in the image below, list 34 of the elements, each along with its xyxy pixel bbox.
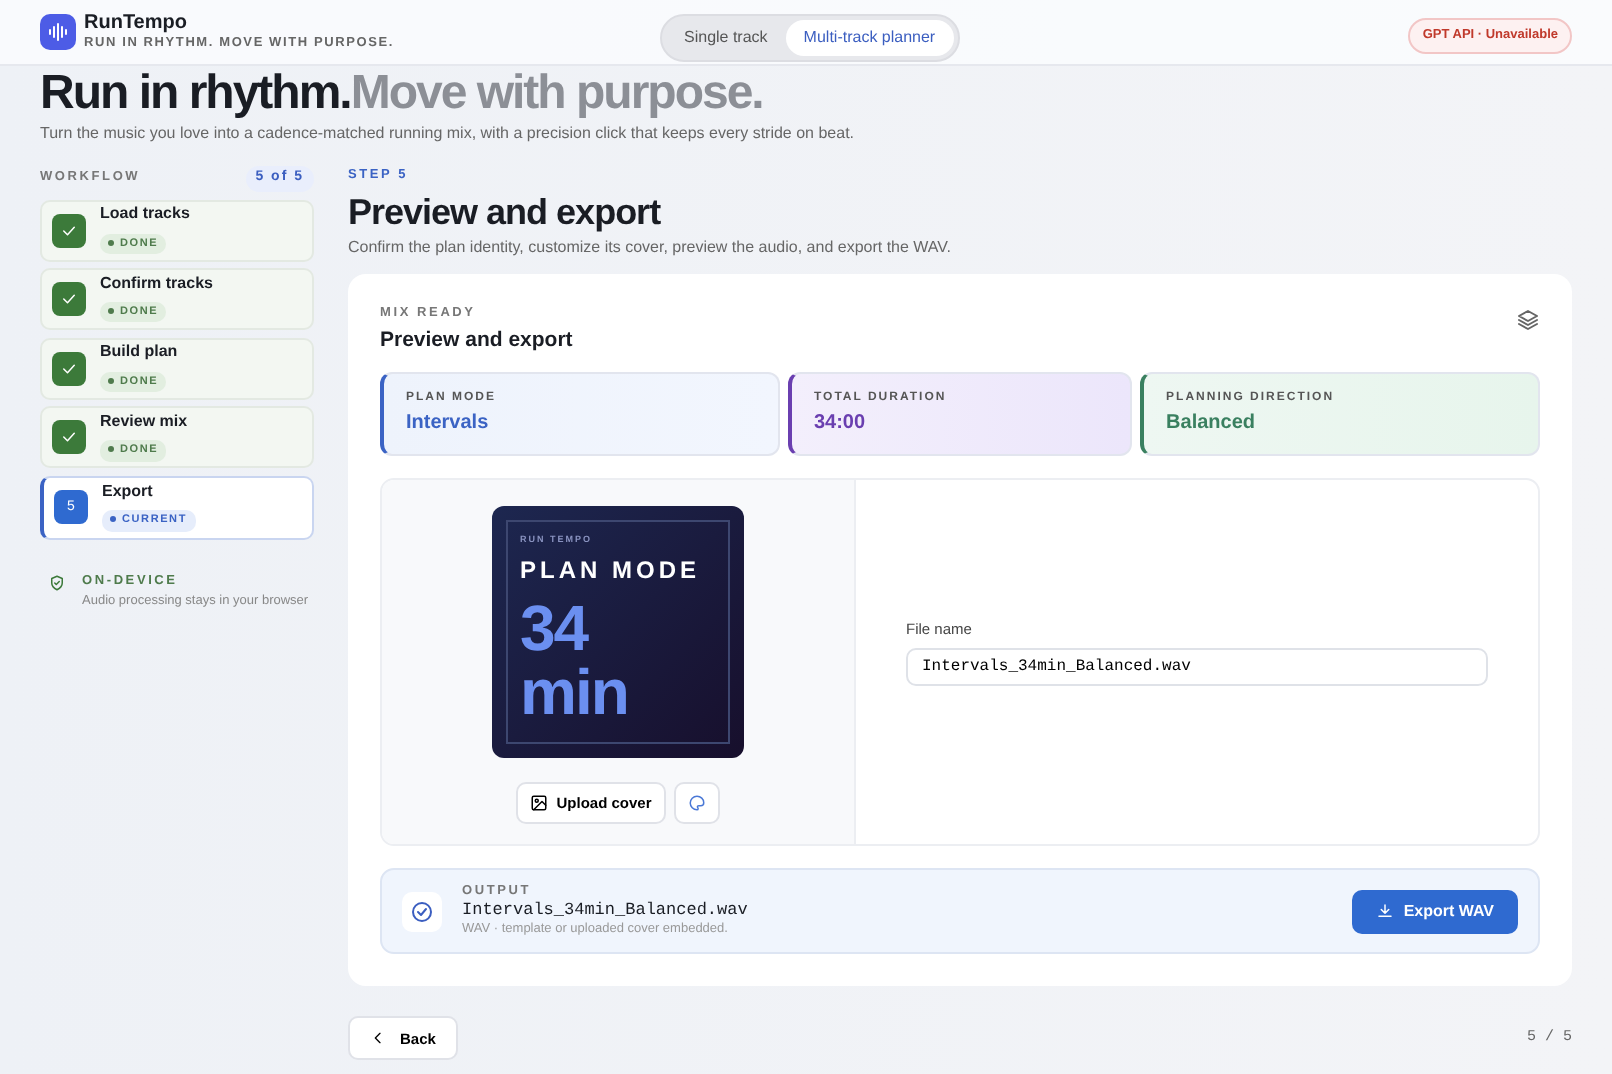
logo-icon — [40, 14, 76, 50]
chevron-left-icon — [370, 1030, 386, 1047]
export-button[interactable]: Export WAV — [1351, 889, 1518, 934]
step-title: Build plan — [100, 342, 178, 362]
card-title: Preview and export — [380, 325, 573, 355]
image-icon — [530, 794, 549, 813]
step-title: Load tracks — [100, 203, 190, 224]
step-title: Review mix — [100, 411, 188, 431]
brand-name: RunTempo — [84, 11, 189, 34]
palette-icon — [687, 794, 706, 813]
mode-tab[interactable]: Single track — [666, 20, 786, 56]
check-icon — [52, 213, 86, 247]
cover-title: PLAN MODE — [520, 554, 702, 588]
palette-button[interactable] — [673, 782, 720, 825]
page-subtitle: Confirm the plan identity, customize its cover, preview the audio, and export the WAV. — [348, 235, 953, 260]
hero-title: Run in rhythm.Move with purpose. — [40, 68, 765, 120]
check-icon — [52, 282, 86, 317]
stat-value: 34:00 — [813, 410, 868, 439]
download-icon — [1375, 902, 1394, 921]
file-name-field[interactable]: Intervals_34min_Balanced.wav — [906, 648, 1488, 687]
layers-icon — [1516, 307, 1540, 332]
check-icon — [52, 351, 86, 386]
stat-value: Balanced — [1166, 410, 1257, 439]
step-title: Confirm tracks — [100, 273, 213, 293]
check-icon — [52, 420, 86, 455]
shield-check-icon — [48, 573, 66, 592]
mode-tab[interactable]: Multi-track planner — [785, 20, 954, 56]
cover-value: 34 — [520, 596, 591, 660]
cover-unit: min — [520, 660, 630, 724]
hero-subtitle: Turn the music you love into a cadence-matched running mix, with a precision click that keeps every stride on beat. — [40, 122, 857, 146]
page-title: Preview and export — [348, 189, 663, 234]
stat-value: Intervals — [406, 410, 491, 439]
output-filename: Intervals_34min_Balanced.wav — [462, 902, 748, 921]
step-title: Export — [102, 481, 155, 501]
